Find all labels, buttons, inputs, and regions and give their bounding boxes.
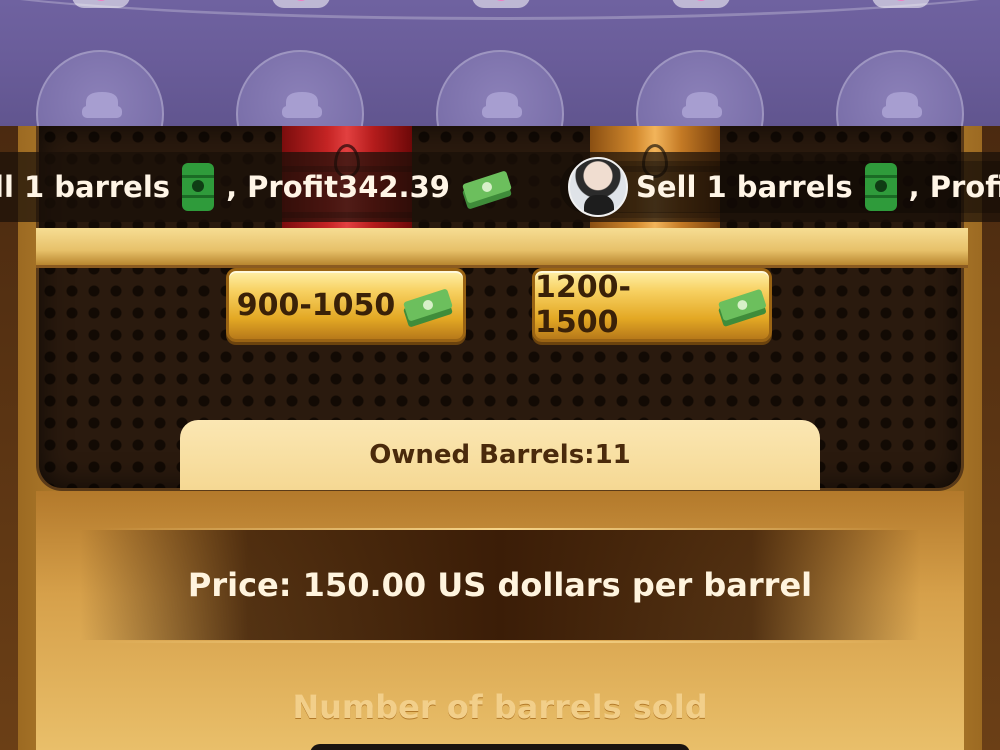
cash-stack-icon [404, 289, 453, 327]
green-barrel-icon [182, 163, 215, 211]
barrels-sold-heading: Number of barrels sold [292, 688, 708, 726]
ticker-item: ll 1 barrels , Profit 342.39 [0, 161, 514, 213]
green-barrel-icon [864, 163, 897, 211]
sofa-icon [82, 92, 122, 118]
cash-stack-icon [462, 171, 512, 209]
sofa-icon [682, 92, 722, 118]
banner-divider [100, 641, 900, 643]
avatar [568, 157, 628, 217]
quantity-input-bar[interactable] [310, 744, 690, 750]
ticker-text: ll 1 barrels [0, 170, 171, 204]
seat-tag [672, 0, 730, 8]
empty-seat[interactable] [36, 50, 164, 126]
ticker-profit: 342.39 [338, 170, 450, 204]
seat-tag [272, 0, 330, 8]
seat-tag [872, 0, 930, 8]
empty-seat[interactable] [836, 50, 964, 126]
seat-tag [472, 0, 530, 8]
ticker-text: Sell 1 barrels [636, 170, 853, 204]
empty-seat[interactable] [236, 50, 364, 126]
cash-stack-icon [719, 289, 767, 327]
price-range-button-2[interactable]: 1200-1500 [532, 268, 772, 342]
barrel-shelf [36, 228, 968, 268]
empty-seat[interactable] [436, 50, 564, 126]
sales-ticker: ll 1 barrels , Profit 342.39 Sell 1 barre… [0, 152, 1000, 222]
empty-seat[interactable] [636, 50, 764, 126]
sofa-icon [482, 92, 522, 118]
price-range-label: 1200-1500 [535, 270, 631, 340]
ticker-text: , Profit [908, 170, 1000, 204]
ticker-text: , Profit [226, 170, 339, 204]
price-banner: Price: 150.00 US dollars per barrel [80, 530, 920, 640]
seat-strip [0, 0, 1000, 126]
price-range-label: 900-1050 [236, 287, 396, 323]
ticker-item: Sell 1 barrels , Profit3 [560, 157, 1000, 217]
owned-barrels-tab: Owned Barrels:11 [180, 420, 820, 490]
price-range-button-1[interactable]: 900-1050 [226, 268, 466, 342]
sofa-icon [882, 92, 922, 118]
owned-barrels-label: Owned Barrels:11 [369, 440, 631, 470]
seat-tag [72, 0, 130, 8]
price-text: Price: 150.00 US dollars per barrel [187, 566, 813, 604]
sofa-icon [282, 92, 322, 118]
